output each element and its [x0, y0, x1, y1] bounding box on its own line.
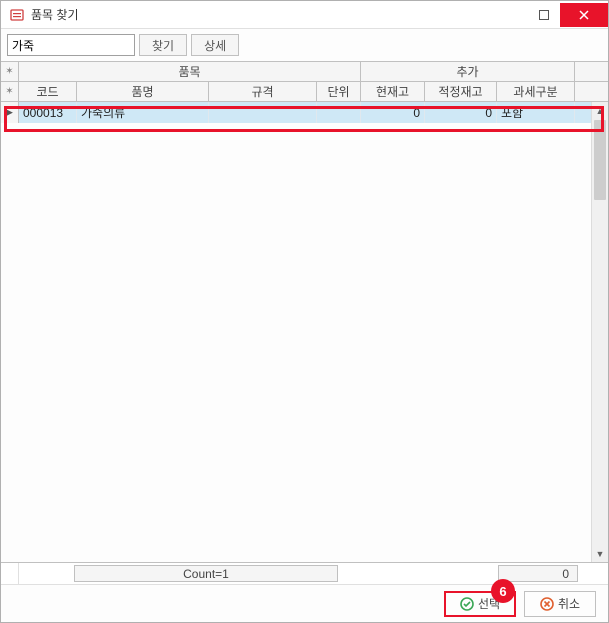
row-indicator-icon: ▶: [1, 102, 19, 123]
cell-tax: 포함: [497, 102, 575, 123]
cell-optstock: 0: [425, 102, 497, 123]
results-grid: ✶ 품목 추가 ✶ 코드 품명 규격 단위 현재고 적정재고 과세구분 ▶ 00…: [1, 61, 608, 562]
close-button[interactable]: [560, 3, 608, 27]
cell-stock: 0: [361, 102, 425, 123]
detail-button[interactable]: 상세: [191, 34, 239, 56]
status-zero: 0: [498, 565, 578, 582]
cell-code: 000013: [19, 102, 77, 123]
search-input[interactable]: [7, 34, 135, 56]
scroll-down-icon[interactable]: ▼: [592, 545, 608, 562]
find-button[interactable]: 찾기: [139, 34, 187, 56]
group-header-extra: 추가: [361, 62, 575, 81]
row-selector-head2[interactable]: ✶: [1, 82, 19, 101]
col-name-header[interactable]: 품명: [77, 82, 209, 101]
group-header-item: 품목: [19, 62, 361, 81]
row-selector-head[interactable]: ✶: [1, 62, 19, 81]
footer: 선택 6 취소: [1, 584, 608, 622]
search-bar: 찾기 상세: [1, 29, 608, 61]
cancel-button[interactable]: 취소: [524, 591, 596, 617]
cancel-circle-icon: [540, 597, 554, 611]
cell-spec: [209, 102, 317, 123]
col-optstock-header[interactable]: 적정재고: [425, 82, 497, 101]
table-row[interactable]: ▶ 000013 가죽의류 0 0 포함: [1, 102, 608, 123]
check-circle-icon: [460, 597, 474, 611]
scroll-up-icon[interactable]: ▲: [592, 102, 608, 119]
vertical-scrollbar[interactable]: ▲ ▼: [591, 102, 608, 562]
col-tax-header[interactable]: 과세구분: [497, 82, 575, 101]
grid-header-groups: ✶ 품목 추가: [1, 62, 608, 82]
status-spacer: [338, 563, 498, 584]
app-icon: [9, 7, 25, 23]
grid-header-columns: ✶ 코드 품명 규격 단위 현재고 적정재고 과세구분: [1, 82, 608, 102]
status-count: Count=1: [74, 565, 338, 582]
find-item-window: 품목 찾기 찾기 상세 ✶ 품목 추가 ✶ 코드 품명 규격 단위 현재고 적정…: [0, 0, 609, 623]
cell-name: 가죽의류: [77, 102, 209, 123]
cancel-label: 취소: [558, 595, 580, 612]
step-badge-6: 6: [491, 579, 515, 603]
status-gutter: [1, 563, 19, 584]
titlebar: 품목 찾기: [1, 1, 608, 29]
grid-body: ▶ 000013 가죽의류 0 0 포함 ▲ ▼: [1, 102, 608, 562]
window-title: 품목 찾기: [31, 6, 528, 23]
cell-unit: [317, 102, 361, 123]
maximize-button[interactable]: [528, 3, 560, 27]
status-bar: Count=1 0: [1, 562, 608, 584]
col-stock-header[interactable]: 현재고: [361, 82, 425, 101]
scroll-thumb[interactable]: [594, 120, 606, 200]
col-unit-header[interactable]: 단위: [317, 82, 361, 101]
col-spec-header[interactable]: 규격: [209, 82, 317, 101]
col-code-header[interactable]: 코드: [19, 82, 77, 101]
